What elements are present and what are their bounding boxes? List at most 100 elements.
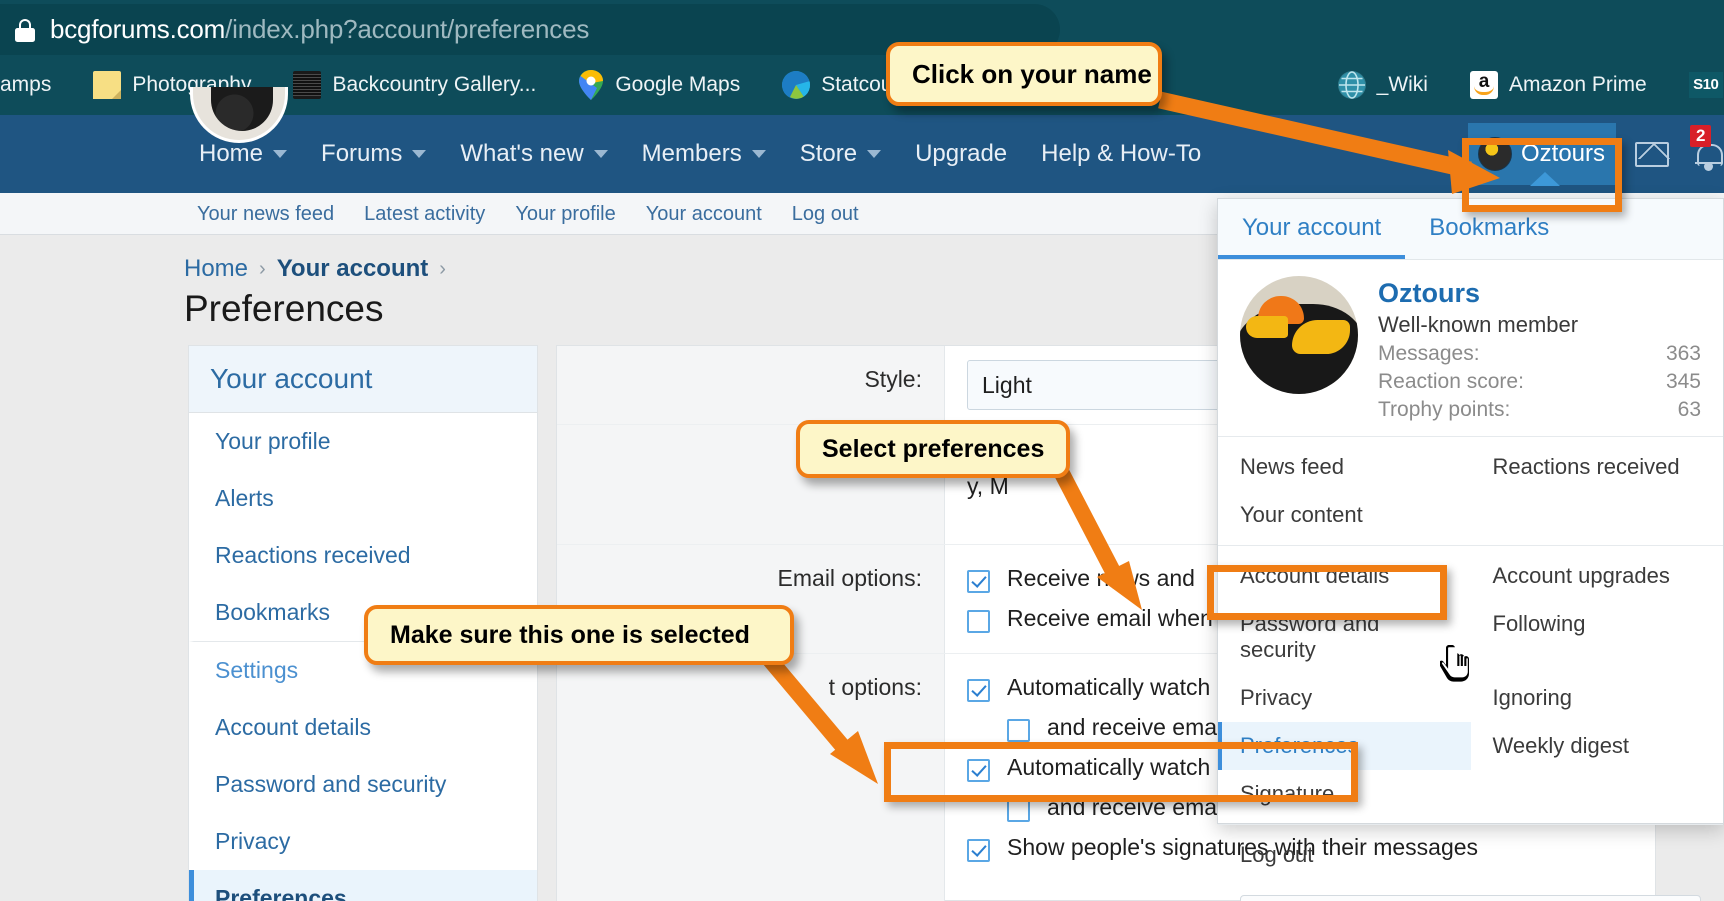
bookmark-label: Backcountry Gallery... bbox=[332, 73, 537, 96]
menu-item-empty bbox=[1471, 770, 1724, 818]
subnav-item-your-profile[interactable]: Your profile bbox=[500, 203, 630, 226]
menu-item-following[interactable]: Following bbox=[1471, 600, 1724, 674]
subnav-item-your-news-feed[interactable]: Your news feed bbox=[182, 203, 349, 226]
stat-label: Reaction score: bbox=[1378, 370, 1524, 393]
sidebar-item-password-and-security[interactable]: Password and security bbox=[189, 756, 537, 813]
account-dropdown-menu: Your account Bookmarks Oztours Well-know… bbox=[1217, 198, 1724, 901]
film-icon bbox=[293, 71, 322, 99]
s10-icon: S10 bbox=[1688, 72, 1723, 98]
folder-icon bbox=[93, 71, 122, 99]
checkbox-icon[interactable] bbox=[1007, 719, 1030, 742]
mouse-cursor-hand-icon bbox=[1438, 643, 1474, 683]
page-title: Preferences bbox=[184, 288, 384, 329]
menu-item-account-upgrades[interactable]: Account upgrades bbox=[1471, 552, 1724, 600]
menu-item-ignoring[interactable]: Ignoring bbox=[1471, 674, 1724, 722]
chevron-down-icon bbox=[751, 150, 766, 158]
breadcrumb-your-account[interactable]: Your account bbox=[277, 255, 429, 283]
stat-label: Messages: bbox=[1378, 342, 1480, 365]
nav-item-help-how-to[interactable]: Help & How-To bbox=[1024, 115, 1218, 193]
menu-item-privacy[interactable]: Privacy bbox=[1218, 674, 1471, 722]
nav-item-forums[interactable]: Forums bbox=[304, 115, 443, 193]
nav-label: Help & How-To bbox=[1041, 140, 1202, 167]
nav-item-home[interactable]: Home bbox=[182, 115, 304, 193]
inbox-button[interactable] bbox=[1624, 123, 1680, 185]
checkbox-label: Receive email when bbox=[1007, 605, 1213, 631]
profile-avatar[interactable] bbox=[1240, 276, 1358, 394]
checkbox-icon[interactable] bbox=[967, 610, 990, 633]
callout-click-on-your-name: Click on your name bbox=[886, 42, 1162, 106]
account-summary: Oztours Well-known member Messages: 363 … bbox=[1218, 260, 1723, 437]
alerts-badge: 2 bbox=[1690, 125, 1712, 147]
chevron-down-icon bbox=[867, 150, 882, 158]
menu-item-log-out[interactable]: Log out bbox=[1218, 831, 1471, 879]
bookmark-amazon-prime[interactable]: a Amazon Prime bbox=[1460, 63, 1657, 107]
menu-item-empty bbox=[1471, 831, 1724, 879]
breadcrumb-home[interactable]: Home bbox=[184, 255, 248, 283]
nav-item-members[interactable]: Members bbox=[625, 115, 783, 193]
checkbox-icon[interactable] bbox=[967, 570, 990, 593]
tab-your-account[interactable]: Your account bbox=[1218, 199, 1406, 259]
bookmark-wiki[interactable]: _Wiki bbox=[1328, 63, 1438, 107]
breadcrumb: Home › Your account › bbox=[184, 255, 457, 283]
url-path: /index.php?account/preferences bbox=[225, 14, 590, 44]
menu-row-news-feed: News feed Reactions received bbox=[1218, 443, 1723, 491]
stat-value: 63 bbox=[1677, 398, 1701, 421]
sidebar-item-privacy[interactable]: Privacy bbox=[189, 813, 537, 870]
bookmark-google-maps[interactable]: Google Maps bbox=[568, 63, 750, 107]
sidebar-item-your-profile[interactable]: Your profile bbox=[189, 413, 537, 470]
bookmark-baysi[interactable]: S10 Baysi bbox=[1679, 63, 1724, 107]
nav-label: Forums bbox=[321, 140, 403, 167]
menu-item-your-content[interactable]: Your content bbox=[1218, 491, 1471, 539]
breadcrumb-separator-icon: › bbox=[439, 257, 446, 280]
menu-item-news-feed[interactable]: News feed bbox=[1218, 443, 1471, 491]
globe-icon bbox=[1337, 71, 1366, 99]
alerts-button[interactable]: 2 bbox=[1680, 123, 1724, 185]
chevron-down-icon bbox=[273, 150, 288, 158]
menu-row-log-out: Log out bbox=[1218, 831, 1723, 879]
nav-label: Upgrade bbox=[915, 140, 1008, 167]
bookmark-label: amps bbox=[0, 73, 52, 96]
subnav-item-your-account[interactable]: Your account bbox=[631, 203, 777, 226]
bookmark-label: Google Maps bbox=[615, 73, 741, 96]
google-maps-pin-icon bbox=[578, 70, 604, 100]
menu-item-empty bbox=[1471, 491, 1724, 539]
subnav-item-latest-activity[interactable]: Latest activity bbox=[349, 203, 500, 226]
nav-label: What's new bbox=[460, 140, 584, 167]
profile-role: Well-known member bbox=[1378, 312, 1579, 337]
profile-name[interactable]: Oztours bbox=[1378, 278, 1701, 309]
bookmark-backcountry-gallery[interactable]: Backcountry Gallery... bbox=[283, 63, 546, 107]
sidebar-item-preferences[interactable]: Preferences bbox=[189, 870, 537, 901]
nav-label: Home bbox=[199, 140, 264, 167]
amazon-icon: a bbox=[1469, 71, 1498, 99]
nav-item-upgrade[interactable]: Upgrade bbox=[898, 115, 1024, 193]
subnav-item-log-out[interactable]: Log out bbox=[777, 203, 874, 226]
stat-value: 363 bbox=[1665, 342, 1701, 365]
bookmark-label: Amazon Prime bbox=[1508, 73, 1647, 96]
stat-label: Trophy points: bbox=[1378, 398, 1511, 421]
checkbox-icon[interactable] bbox=[967, 679, 990, 702]
sidebar-item-account-details[interactable]: Account details bbox=[189, 699, 537, 756]
menu-item-weekly-digest[interactable]: Weekly digest bbox=[1471, 722, 1724, 770]
checkbox-icon[interactable] bbox=[1007, 799, 1030, 822]
checkbox-icon[interactable] bbox=[967, 839, 990, 862]
menu-row-your-content: Your content bbox=[1218, 491, 1723, 546]
checkbox-label: Automatically watch bbox=[1007, 674, 1211, 700]
envelope-icon bbox=[1635, 141, 1670, 167]
highlight-box-preferences-menu-item bbox=[1207, 565, 1447, 620]
sidebar-item-alerts[interactable]: Alerts bbox=[189, 470, 537, 527]
bookmark-amps[interactable]: amps bbox=[0, 63, 61, 107]
highlight-box-user-tab bbox=[1462, 138, 1622, 212]
menu-item-reactions-received[interactable]: Reactions received bbox=[1471, 443, 1724, 491]
status-input[interactable]: Update your status... bbox=[1240, 895, 1701, 901]
nav-label: Store bbox=[799, 140, 858, 167]
sidebar-item-reactions-received[interactable]: Reactions received bbox=[189, 527, 537, 584]
checkbox-label: Receive news and bbox=[1007, 565, 1195, 591]
checkbox-label: and receive email bbox=[1047, 714, 1228, 740]
style-selected-value: Light bbox=[982, 371, 1032, 398]
highlight-box-signature-checkbox bbox=[884, 742, 1358, 802]
status-update-wrap: Update your status... bbox=[1218, 885, 1723, 901]
stat-trophy-points: Trophy points: 63 bbox=[1378, 394, 1701, 422]
nav-item-store[interactable]: Store bbox=[783, 115, 898, 193]
nav-item-whats-new[interactable]: What's new bbox=[443, 115, 624, 193]
style-label: Style: bbox=[557, 346, 945, 424]
